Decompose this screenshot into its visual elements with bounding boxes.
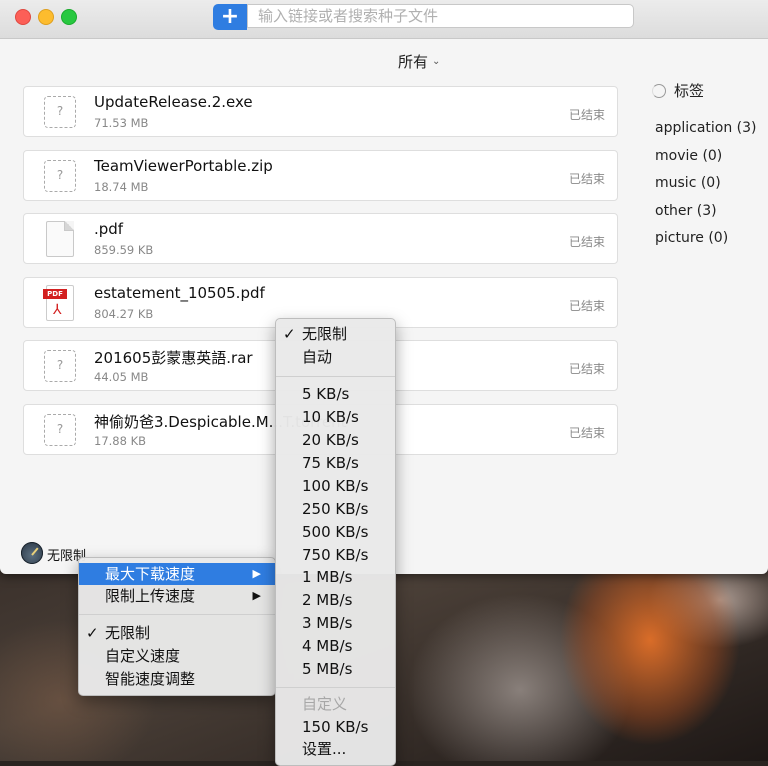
speed-option-unlimited[interactable]: ✓ 无限制 bbox=[276, 323, 395, 345]
download-row[interactable]: ? UpdateRelease.2.exe 71.53 MB 已结束 bbox=[23, 86, 618, 137]
menu-separator bbox=[79, 614, 275, 615]
speed-option[interactable]: 500 KB/s bbox=[276, 521, 395, 543]
file-status: 已结束 bbox=[568, 362, 605, 376]
menu-item-limit-upload-speed[interactable]: 限制上传速度 ▶ bbox=[79, 585, 275, 607]
filter-dropdown[interactable]: 所有 ⌄ bbox=[398, 50, 478, 72]
speed-option[interactable]: 1 MB/s bbox=[276, 566, 395, 588]
menu-item-label: 无限制 bbox=[302, 325, 348, 343]
unknown-file-icon: ? bbox=[44, 413, 76, 446]
menu-item-label: 限制上传速度 bbox=[105, 587, 196, 605]
file-status: 已结束 bbox=[568, 425, 605, 440]
unknown-file-icon: ? bbox=[44, 96, 76, 128]
submenu-arrow-icon: ▶ bbox=[252, 589, 261, 602]
file-name: 201605彭蒙惠英語.rar bbox=[94, 349, 253, 367]
unknown-file-icon: ? bbox=[44, 159, 76, 192]
menu-item-unlimited[interactable]: ✓ 无限制 bbox=[79, 622, 275, 644]
speed-option[interactable]: 20 KB/s bbox=[276, 429, 395, 451]
file-status: 已结束 bbox=[568, 108, 605, 122]
download-speed-submenu: ✓ 无限制 自动 5 KB/s 10 KB/s 20 KB/s 75 KB/s … bbox=[275, 318, 396, 766]
search-input[interactable] bbox=[247, 4, 634, 28]
tags-title: 标签 bbox=[674, 82, 705, 100]
menu-item-label: 智能速度调整 bbox=[105, 670, 196, 688]
tag-circle-icon bbox=[652, 83, 666, 98]
menu-separator bbox=[276, 687, 395, 688]
download-row[interactable]: .pdf 859.59 KB 已结束 bbox=[23, 213, 618, 264]
file-size: 71.53 MB bbox=[94, 116, 149, 130]
tags-header[interactable]: 标签 bbox=[652, 80, 704, 101]
tag-item[interactable]: picture (0) bbox=[655, 228, 757, 256]
filter-label: 所有 bbox=[398, 52, 429, 71]
close-window-button[interactable] bbox=[15, 9, 31, 25]
tag-list: application (3) movie (0) music (0) othe… bbox=[655, 118, 757, 256]
speed-context-menu: 最大下载速度 ▶ 限制上传速度 ▶ ✓ 无限制 自定义速度 智能速度调整 bbox=[78, 557, 276, 696]
title-bar: + bbox=[0, 0, 768, 39]
tag-item[interactable]: application (3) bbox=[655, 118, 757, 146]
speed-option[interactable]: 2 MB/s bbox=[276, 589, 395, 611]
speed-gauge-icon[interactable] bbox=[21, 542, 43, 564]
chevron-down-icon: ⌄ bbox=[432, 55, 441, 67]
speed-option[interactable]: 3 MB/s bbox=[276, 612, 395, 634]
minimize-window-button[interactable] bbox=[38, 9, 54, 25]
file-size: 17.88 KB bbox=[94, 433, 147, 448]
speed-option-custom[interactable]: 150 KB/s bbox=[276, 716, 395, 738]
speed-option[interactable]: 75 KB/s bbox=[276, 452, 395, 474]
file-name: UpdateRelease.2.exe bbox=[94, 93, 253, 111]
speed-option[interactable]: 5 MB/s bbox=[276, 658, 395, 680]
document-file-icon bbox=[46, 221, 74, 257]
menu-item-smart-speed[interactable]: 智能速度调整 bbox=[79, 668, 275, 690]
pdf-file-icon: PDF ⅄ bbox=[43, 284, 74, 321]
zoom-window-button[interactable] bbox=[61, 9, 77, 25]
menu-separator bbox=[276, 376, 395, 377]
file-status: 已结束 bbox=[568, 171, 605, 186]
file-name: estatement_10505.pdf bbox=[94, 283, 265, 302]
acrobat-swirl-icon: ⅄ bbox=[53, 301, 62, 318]
menu-item-label: 自定义速度 bbox=[105, 647, 181, 665]
speed-option[interactable]: 100 KB/s bbox=[276, 475, 395, 497]
file-size: 859.59 KB bbox=[94, 243, 154, 257]
speed-option[interactable]: 10 KB/s bbox=[276, 406, 395, 428]
speed-option[interactable]: 5 KB/s bbox=[276, 383, 395, 405]
menu-item-custom-speed[interactable]: 自定义速度 bbox=[79, 645, 275, 667]
tag-item[interactable]: other (3) bbox=[655, 201, 757, 229]
file-status: 已结束 bbox=[568, 235, 605, 249]
menu-item-label: 最大下载速度 bbox=[105, 565, 196, 583]
speed-option[interactable]: 750 KB/s bbox=[276, 544, 395, 566]
speed-option-auto[interactable]: 自动 bbox=[276, 346, 395, 368]
pdf-badge: PDF bbox=[43, 288, 67, 299]
add-task-button[interactable]: + bbox=[213, 4, 247, 30]
submenu-arrow-icon: ▶ bbox=[252, 567, 261, 580]
file-size: 44.05 MB bbox=[94, 370, 149, 384]
custom-speed-header: 自定义 bbox=[302, 695, 348, 713]
checkmark-icon: ✓ bbox=[86, 624, 99, 642]
checkmark-icon: ✓ bbox=[283, 325, 296, 343]
file-size: 804.27 KB bbox=[94, 306, 154, 321]
speed-option[interactable]: 250 KB/s bbox=[276, 498, 395, 520]
file-name: .pdf bbox=[94, 220, 124, 238]
file-size: 18.74 MB bbox=[94, 179, 149, 194]
tag-item[interactable]: movie (0) bbox=[655, 146, 757, 174]
speed-settings-item[interactable]: 设置... bbox=[276, 738, 395, 760]
speed-option[interactable]: 4 MB/s bbox=[276, 635, 395, 657]
download-row[interactable]: ? TeamViewerPortable.zip 18.74 MB 已结束 bbox=[23, 149, 618, 201]
file-status: 已结束 bbox=[568, 298, 605, 313]
menu-item-max-download-speed[interactable]: 最大下载速度 ▶ bbox=[79, 563, 275, 585]
file-name: TeamViewerPortable.zip bbox=[94, 156, 273, 175]
menu-item-label: 无限制 bbox=[105, 624, 151, 642]
tag-item[interactable]: music (0) bbox=[655, 173, 757, 201]
unknown-file-icon: ? bbox=[44, 350, 76, 382]
